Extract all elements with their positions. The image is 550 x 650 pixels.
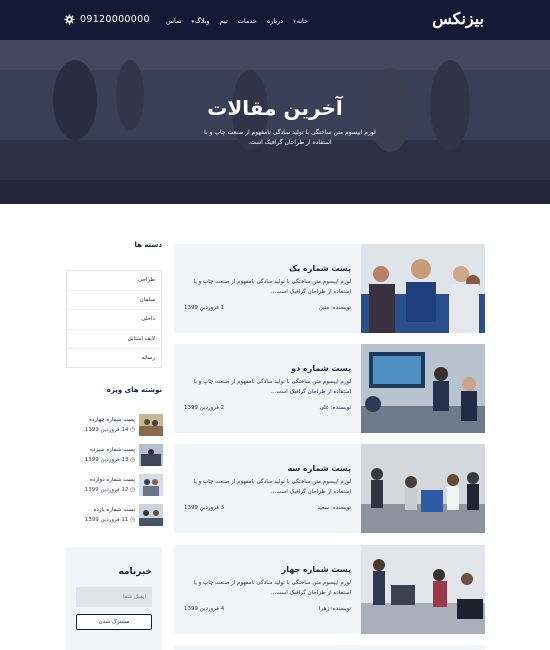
special-post-item[interactable]: پست شماره چهارده ◷ 14 فروردین 1399 bbox=[85, 414, 163, 438]
post-excerpt: لورم ایپسوم متن ساختگی با تولید سادگی نا… bbox=[193, 479, 351, 495]
date-label: 13 فروردین 1399 bbox=[84, 457, 129, 463]
special-post-date: ◷ 12 فروردین 1399 bbox=[85, 487, 135, 493]
hero-title: آخرین مقالات bbox=[207, 96, 343, 120]
special-post-thumbnail bbox=[139, 504, 163, 526]
hero-banner: آخرین مقالات لورم ایپسوم متن ساختگی با ت… bbox=[0, 40, 550, 204]
special-post-title: پست شماره چهارده bbox=[89, 417, 135, 423]
clock-icon: ◷ bbox=[130, 487, 135, 493]
post-date: 3 فروردین 1399 bbox=[184, 505, 225, 511]
special-post-date: ◷ 11 فروردین 1399 bbox=[85, 517, 135, 523]
post-image bbox=[361, 545, 485, 634]
date-label: 11 فروردین 1399 bbox=[84, 517, 129, 523]
post-card[interactable]: پست شماره دو لورم ایپسوم متن ساختگی با ت… bbox=[174, 344, 485, 433]
special-posts-title: نوشته های ویژه bbox=[106, 386, 162, 394]
nav-item-blog[interactable]: وبلاگ▾ bbox=[192, 17, 210, 25]
category-item[interactable]: داخلی bbox=[67, 310, 161, 330]
special-post-date: ◷ 13 فروردین 1399 bbox=[85, 457, 135, 463]
special-post-date: ◷ 14 فروردین 1399 bbox=[85, 427, 135, 433]
post-card[interactable]: پست شماره چهار لورم ایپسوم متن ساختگی با… bbox=[174, 545, 485, 634]
post-author: نویسنده: متین bbox=[318, 305, 351, 311]
post-author: نویسنده: سعید bbox=[317, 505, 351, 511]
special-post-title: پست شماره سیزده bbox=[90, 447, 135, 453]
post-date: 2 فروردین 1399 bbox=[184, 405, 225, 411]
subscribe-button[interactable]: مشترک شدن bbox=[76, 614, 152, 630]
post-card-partial bbox=[174, 645, 485, 650]
category-item[interactable]: رسانه bbox=[67, 349, 161, 369]
special-post-thumbnail bbox=[139, 444, 163, 466]
nav-label: خانه bbox=[296, 17, 308, 25]
post-title[interactable]: پست شماره سه bbox=[288, 464, 351, 473]
post-card[interactable]: پست شماره یک لورم ایپسوم متن ساختگی با ت… bbox=[174, 244, 485, 333]
post-title[interactable]: پست شماره دو bbox=[291, 364, 351, 373]
hero-text: لورم ایپسوم متن ساختگی با تولید سادگی نا… bbox=[204, 129, 376, 146]
special-post-item[interactable]: پست شماره دوازده ◷ 12 فروردین 1399 bbox=[85, 474, 163, 498]
clock-icon: ◷ bbox=[130, 427, 135, 433]
category-item[interactable]: طراحی bbox=[67, 271, 161, 291]
special-post-title: پست شماره یازده bbox=[93, 507, 135, 513]
post-author: نویسنده: علی bbox=[319, 405, 351, 411]
email-field[interactable] bbox=[76, 587, 152, 607]
special-post-thumbnail bbox=[139, 474, 163, 496]
category-item[interactable]: لایف استایل bbox=[67, 330, 161, 349]
post-card[interactable]: پست شماره سه لورم ایپسوم متن ساختگی با ت… bbox=[174, 444, 485, 533]
post-image bbox=[361, 244, 485, 333]
nav-item-team[interactable]: تیم bbox=[220, 17, 228, 25]
newsletter-title: خبرنامه bbox=[118, 567, 152, 577]
phone-number[interactable]: 09120000000 bbox=[80, 14, 150, 25]
date-label: 12 فروردین 1399 bbox=[84, 487, 129, 493]
special-post-item[interactable]: پست شماره یازده ◷ 11 فروردین 1399 bbox=[85, 504, 163, 528]
nav-item-services[interactable]: خدمات bbox=[238, 17, 257, 25]
nav-label: وبلاگ bbox=[195, 17, 210, 25]
nav-item-about[interactable]: درباره bbox=[267, 17, 283, 25]
gear-icon[interactable] bbox=[64, 14, 75, 25]
category-item[interactable]: مبلمان bbox=[67, 291, 161, 310]
nav-item-contact[interactable]: تماس bbox=[166, 17, 181, 25]
top-navbar: بیزنکس خانه▾ درباره خدمات تیم وبلاگ▾ تما… bbox=[0, 0, 550, 40]
logo[interactable]: بیزنکس bbox=[432, 9, 484, 28]
post-excerpt: لورم ایپسوم متن ساختگی با تولید سادگی نا… bbox=[193, 379, 351, 395]
main-nav: خانه▾ درباره خدمات تیم وبلاگ▾ تماس bbox=[166, 17, 308, 25]
nav-item-home[interactable]: خانه▾ bbox=[293, 17, 308, 25]
date-label: 14 فروردین 1399 bbox=[84, 427, 129, 433]
hero-overlay bbox=[0, 40, 550, 204]
post-excerpt: لورم ایپسوم متن ساختگی با تولید سادگی نا… bbox=[193, 279, 351, 295]
categories-title: دسته ها bbox=[134, 241, 163, 249]
special-post-item[interactable]: پست شماره سیزده ◷ 13 فروردین 1399 bbox=[85, 444, 163, 468]
post-excerpt: لورم ایپسوم متن ساختگی با تولید سادگی نا… bbox=[193, 580, 351, 596]
categories-heading: دسته ها bbox=[66, 241, 163, 249]
chevron-down-icon: ▾ bbox=[293, 19, 296, 25]
chevron-down-icon: ▾ bbox=[191, 19, 195, 25]
post-date: 1 فروردین 1399 bbox=[184, 305, 225, 311]
post-title[interactable]: پست شماره چهار bbox=[282, 565, 351, 574]
clock-icon: ◷ bbox=[130, 457, 135, 463]
clock-icon: ◷ bbox=[130, 517, 135, 523]
special-post-title: پست شماره دوازده bbox=[90, 477, 135, 483]
post-image bbox=[361, 344, 485, 433]
newsletter-widget: خبرنامه مشترک شدن bbox=[66, 547, 162, 650]
post-image bbox=[361, 444, 485, 533]
post-title[interactable]: پست شماره یک bbox=[289, 264, 351, 273]
post-author: نویسنده: زهرا bbox=[319, 606, 351, 612]
categories-list: طراحی مبلمان داخلی لایف استایل رسانه bbox=[66, 270, 162, 368]
post-date: 4 فروردین 1399 bbox=[184, 606, 225, 612]
special-post-thumbnail bbox=[139, 414, 163, 436]
special-posts-heading: نوشته های ویژه bbox=[66, 386, 162, 394]
